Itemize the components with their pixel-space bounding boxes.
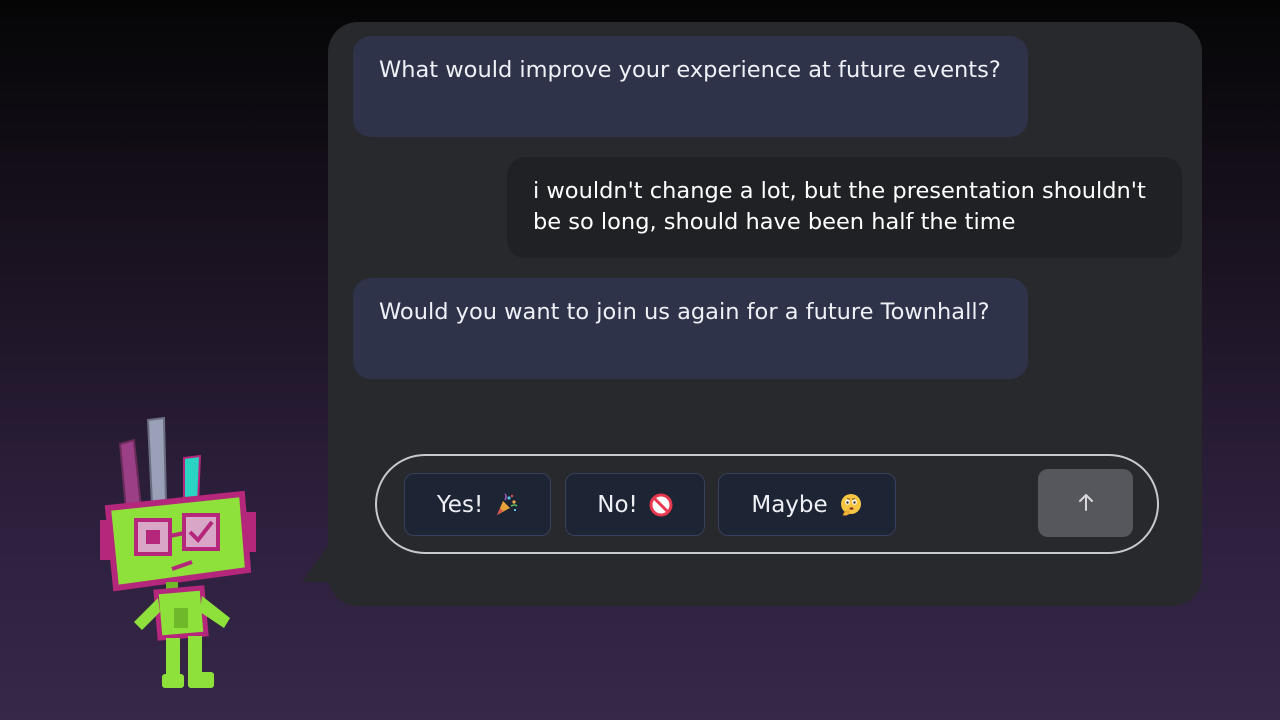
- bot-message-text: What would improve your experience at fu…: [379, 57, 1001, 83]
- yes-button-label: Yes!: [436, 491, 484, 518]
- user-message: i wouldn't change a lot, but the present…: [507, 157, 1182, 258]
- party-popper-icon: [494, 492, 518, 517]
- user-message-text: i wouldn't change a lot, but the present…: [533, 178, 1146, 235]
- no-button[interactable]: No!: [565, 473, 705, 536]
- chat-window: What would improve your experience at fu…: [328, 22, 1202, 606]
- maybe-button[interactable]: Maybe: [718, 473, 896, 536]
- send-button[interactable]: [1038, 469, 1133, 537]
- prohibited-icon: [649, 493, 673, 517]
- bot-message: Would you want to join us again for a fu…: [353, 278, 1028, 379]
- no-button-label: No!: [597, 491, 638, 518]
- arrow-up-icon: [1074, 490, 1098, 517]
- bot-message: What would improve your experience at fu…: [353, 36, 1028, 137]
- bot-message-text: Would you want to join us again for a fu…: [379, 299, 990, 325]
- thinking-face-icon: [839, 493, 863, 517]
- maybe-button-label: Maybe: [751, 491, 828, 518]
- yes-button[interactable]: Yes!: [404, 473, 551, 536]
- quick-reply-bar: Yes! No! Maybe: [375, 454, 1159, 554]
- robot-mascot: [96, 412, 266, 697]
